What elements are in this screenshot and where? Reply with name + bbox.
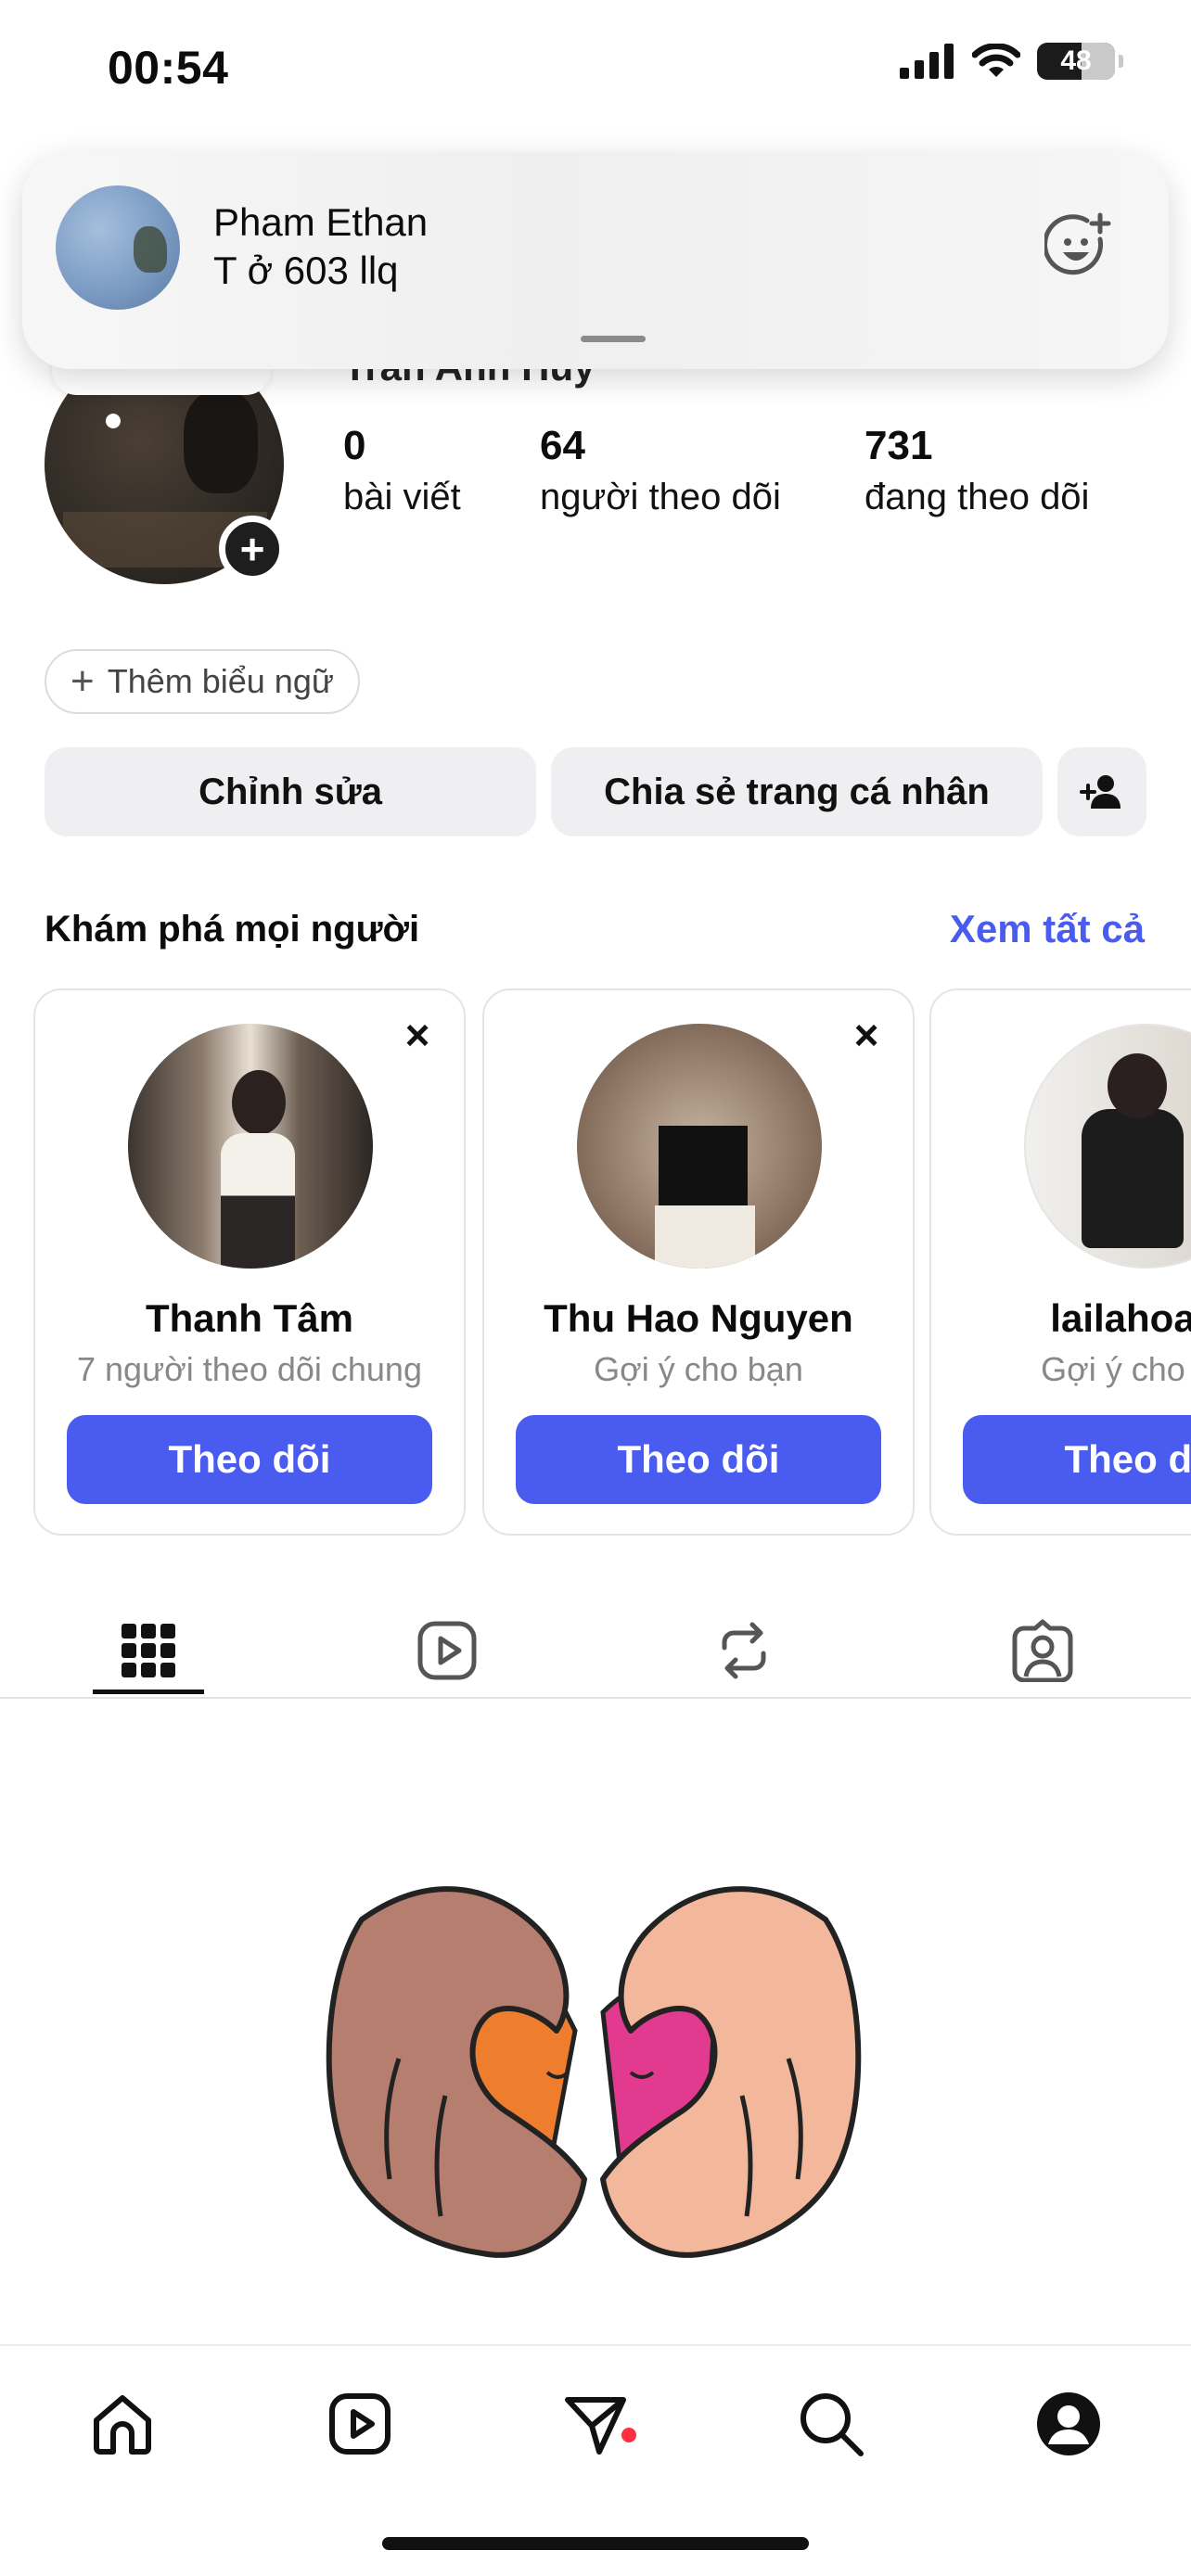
- status-time: 00:54: [108, 42, 229, 94]
- followers-count: 64: [540, 423, 585, 468]
- nav-search[interactable]: [787, 2379, 876, 2468]
- following-label: đang theo dõi: [864, 477, 1090, 517]
- discover-title: Khám phá mọi người: [45, 909, 420, 950]
- suggestion-avatar[interactable]: [1024, 1024, 1191, 1269]
- unread-dot: [621, 2428, 636, 2442]
- suggestion-avatar[interactable]: [577, 1024, 822, 1269]
- suggestion-card[interactable]: lailahoada Gợi ý cho bạn Theo dõi: [929, 988, 1191, 1536]
- edit-profile-button[interactable]: Chỉnh sửa: [45, 747, 536, 836]
- suggestion-name: Thu Hao Nguyen: [544, 1296, 853, 1340]
- add-story-button[interactable]: +: [219, 516, 286, 582]
- sender-name: Pham Ethan: [213, 200, 429, 244]
- suggestion-name: lailahoada: [1050, 1296, 1191, 1340]
- followers-stat[interactable]: 64 người theo dõi: [540, 423, 781, 518]
- add-banner-button[interactable]: + Thêm biểu ngữ: [45, 649, 360, 714]
- nav-direct[interactable]: [551, 2379, 640, 2468]
- heart-hands-illustration: [326, 1886, 862, 2258]
- nav-home[interactable]: [78, 2379, 167, 2468]
- wifi-icon: [972, 44, 1020, 77]
- notification-message: T ở 603 llq: [213, 249, 399, 292]
- status-icons: 48: [900, 43, 1123, 80]
- posts-count: 0: [343, 423, 366, 468]
- suggestion-subtitle: 7 người theo dõi chung: [77, 1350, 422, 1388]
- tab-reposts[interactable]: [688, 1604, 800, 1697]
- banner-handle[interactable]: [581, 336, 646, 342]
- close-icon[interactable]: ×: [399, 1014, 436, 1056]
- profile-tabs: [0, 1595, 1191, 1699]
- reels-icon: [417, 1621, 477, 1680]
- search-icon: [800, 2393, 864, 2456]
- suggestion-name: Thanh Tâm: [145, 1296, 353, 1340]
- tab-tagged[interactable]: [987, 1604, 1098, 1697]
- profile-icon: [1037, 2392, 1100, 2455]
- reels-icon: [329, 2393, 391, 2455]
- home-icon: [94, 2395, 151, 2455]
- direct-icon: [565, 2397, 626, 2455]
- discover-people-button[interactable]: [1057, 747, 1146, 836]
- home-indicator[interactable]: [382, 2537, 809, 2550]
- see-all-link[interactable]: Xem tất cả: [950, 907, 1145, 951]
- grid-icon: [122, 1624, 175, 1677]
- followers-label: người theo dõi: [540, 477, 781, 517]
- tab-posts[interactable]: [93, 1604, 204, 1697]
- suggestion-subtitle: Gợi ý cho bạn: [594, 1350, 803, 1388]
- suggestion-card[interactable]: × Thu Hao Nguyen Gợi ý cho bạn Theo dõi: [482, 988, 915, 1536]
- close-icon[interactable]: ×: [848, 1014, 885, 1056]
- follow-button[interactable]: Theo dõi: [963, 1415, 1191, 1504]
- share-profile-button[interactable]: Chia sẻ trang cá nhân: [551, 747, 1043, 836]
- battery-indicator: 48: [1037, 43, 1123, 80]
- suggestion-card[interactable]: × Thanh Tâm 7 người theo dõi chung Theo …: [33, 988, 466, 1536]
- add-banner-label: Thêm biểu ngữ: [107, 662, 334, 700]
- note-bubble-tail: [106, 414, 121, 428]
- reposts-icon: [722, 1622, 766, 1679]
- posts-stat[interactable]: 0 bài viết: [343, 423, 461, 518]
- following-stat[interactable]: 731 đang theo dõi: [864, 423, 1089, 518]
- active-tab-indicator: [93, 1690, 204, 1694]
- nav-profile[interactable]: [1024, 2379, 1113, 2468]
- tagged-icon: [1012, 1619, 1073, 1682]
- sender-avatar: [56, 185, 180, 310]
- signal-icon: [900, 44, 954, 79]
- posts-label: bài viết: [343, 477, 461, 517]
- suggestion-avatar[interactable]: [128, 1024, 373, 1269]
- follow-button[interactable]: Theo dõi: [67, 1415, 432, 1504]
- follow-button[interactable]: Theo dõi: [516, 1415, 881, 1504]
- message-notification-banner[interactable]: Pham Ethan T ở 603 llq: [22, 152, 1169, 369]
- add-person-icon: [1080, 775, 1121, 809]
- suggestion-subtitle: Gợi ý cho bạn: [1041, 1350, 1191, 1388]
- nav-reels[interactable]: [315, 2379, 404, 2468]
- emoji-add-icon[interactable]: [1044, 211, 1115, 282]
- suggestion-card-clip: lailahoada Gợi ý cho bạn Theo dõi: [929, 988, 1191, 1539]
- tab-reels[interactable]: [391, 1604, 503, 1697]
- following-count: 731: [864, 423, 933, 468]
- plus-icon: +: [70, 658, 95, 704]
